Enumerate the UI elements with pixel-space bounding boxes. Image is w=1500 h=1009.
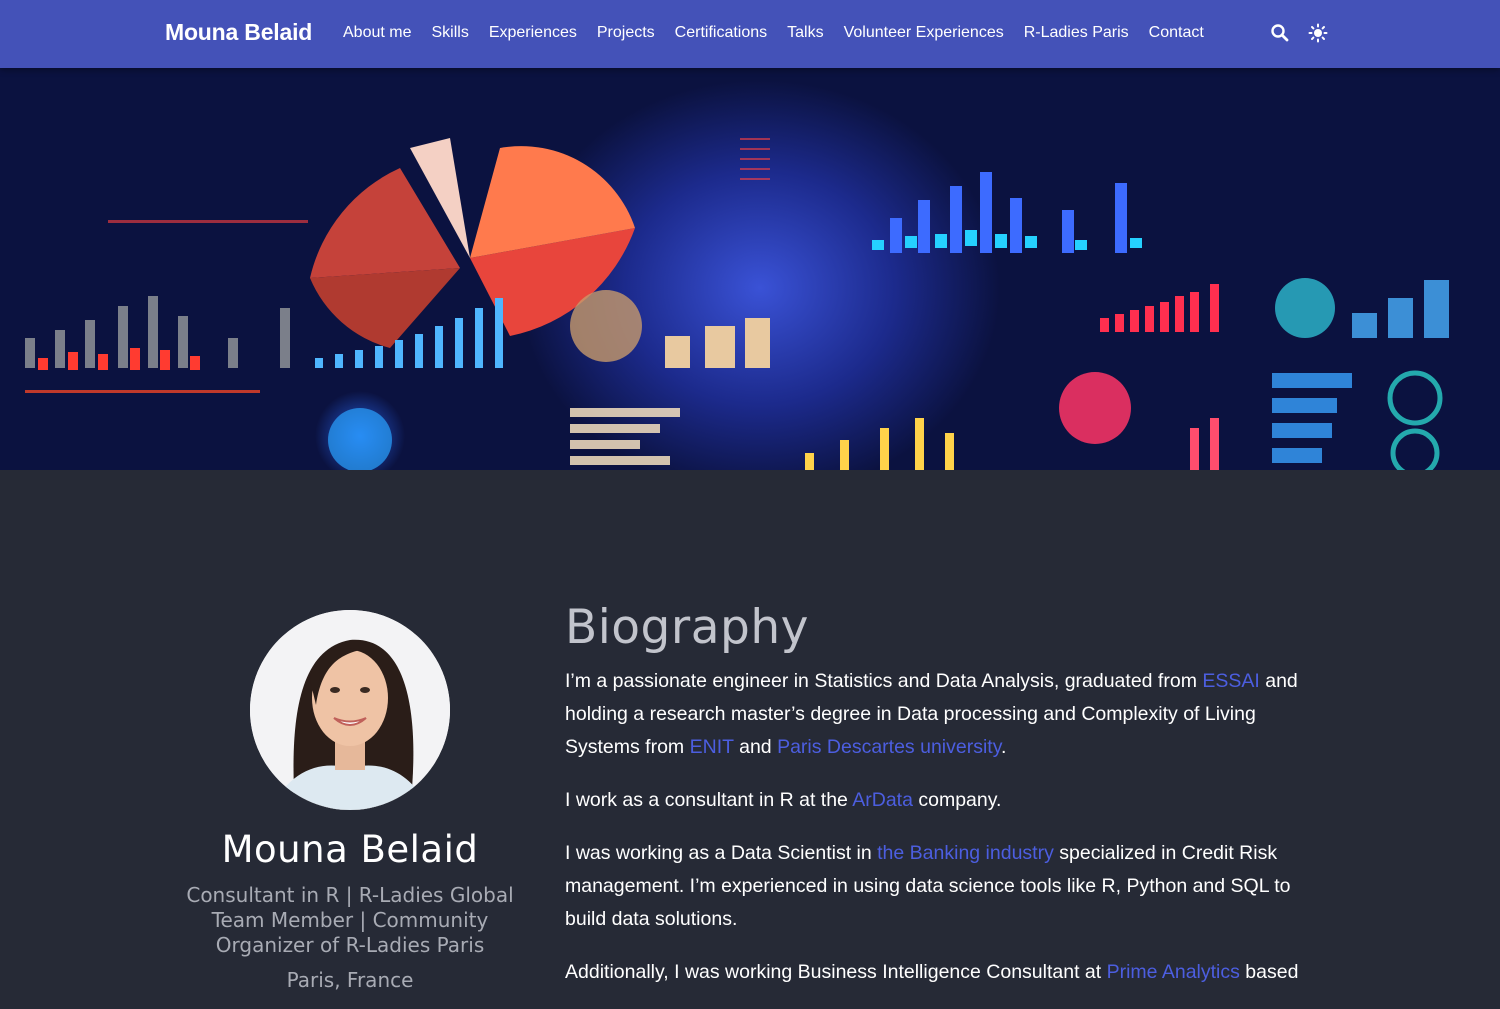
bio-text: I was working as a Data Scientist in — [565, 842, 878, 864]
nav-link-experiences[interactable]: Experiences — [489, 24, 577, 42]
prime-analytics-link[interactable]: Prime Analytics — [1107, 961, 1240, 983]
nav-link-volunteer-experiences[interactable]: Volunteer Experiences — [844, 24, 1004, 42]
biography-text: I’m a passionate engineer in Statistics … — [565, 665, 1335, 1009]
nav-link-r-ladies-paris[interactable]: R-Ladies Paris — [1024, 24, 1129, 42]
bio-text: and — [733, 736, 778, 758]
bio-text: based — [1239, 961, 1299, 983]
bio-paragraph: Additionally, I was working Business Int… — [565, 956, 1335, 989]
navbar: Mouna Belaid About me Skills Experiences… — [0, 0, 1500, 68]
biography-heading: Biography — [565, 600, 809, 655]
essai-link[interactable]: ESSAI — [1202, 670, 1259, 692]
search-icon[interactable] — [1270, 23, 1290, 43]
profile-role: Consultant in R | R-Ladies Global Team M… — [186, 883, 514, 957]
bio-text: company. — [912, 789, 1002, 811]
bio-text: I work as a consultant in R at the — [565, 789, 853, 811]
avatar — [250, 610, 450, 810]
theme-toggle-icon[interactable] — [1308, 23, 1328, 43]
bio-text: Additionally, I was working Business Int… — [565, 961, 1107, 983]
nav-link-about-me[interactable]: About me — [343, 24, 411, 42]
banking-industry-link[interactable]: the Banking industry — [877, 842, 1054, 864]
nav-link-skills[interactable]: Skills — [431, 24, 468, 42]
hero-banner-image — [0, 68, 1500, 470]
profile-location: Paris, France — [286, 968, 414, 992]
bio-text: I’m a passionate engineer in Statistics … — [565, 670, 1203, 692]
nav-link-talks[interactable]: Talks — [787, 24, 823, 42]
nav-link-certifications[interactable]: Certifications — [675, 24, 767, 42]
profile-name: Mouna Belaid — [221, 828, 479, 871]
nav-links: About me Skills Experiences Projects Cer… — [343, 24, 1224, 42]
nav-link-contact[interactable]: Contact — [1149, 24, 1204, 42]
bio-text: . — [1001, 736, 1007, 758]
paris-descartes-link[interactable]: Paris Descartes university — [777, 736, 1001, 758]
bio-paragraph: I work as a consultant in R at the ArDat… — [565, 784, 1335, 817]
bio-paragraph: I was working as a Data Scientist in the… — [565, 837, 1335, 936]
nav-link-projects[interactable]: Projects — [597, 24, 655, 42]
ardata-link[interactable]: ArData — [852, 789, 913, 811]
enit-link[interactable]: ENIT — [690, 736, 734, 758]
nav-icons — [1270, 23, 1328, 43]
bio-paragraph: I’m a passionate engineer in Statistics … — [565, 665, 1335, 764]
brand-logo-link[interactable]: Mouna Belaid — [165, 19, 312, 46]
